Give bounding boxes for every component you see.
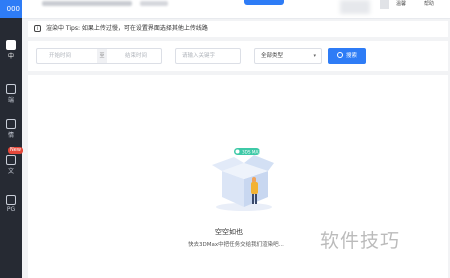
tip-text: 渲染中 Tips: 如果上传过慢，可在设置界面选择其他上传线路 <box>46 25 208 32</box>
start-date-input[interactable]: 开始时间 <box>49 49 71 63</box>
empty-box-illustration: 3DS MAX <box>212 148 274 211</box>
sidebar-item-info[interactable]: 情 <box>0 116 22 139</box>
window-title-blurred <box>42 1 132 6</box>
tip-bar: i 渲染中 Tips: 如果上传过慢，可在设置界面选择其他上传线路 <box>28 21 448 37</box>
sidebar-item-label: 文 <box>7 168 14 175</box>
sidebar-item-file[interactable]: 文 <box>0 152 22 175</box>
empty-state-description: 快去3DMax中把任务交给我们渲染吧... <box>188 242 284 248</box>
info-icon <box>6 119 16 129</box>
top-link-1[interactable]: 温馨 <box>396 0 406 8</box>
upload-icon <box>6 40 16 50</box>
filter-bar: 开始时间 至 结束时间 全部类型 ▾ 搜索 <box>28 41 448 71</box>
keyword-input[interactable] <box>175 48 241 64</box>
date-range-picker[interactable]: 开始时间 至 结束时间 <box>36 48 162 64</box>
avatar[interactable] <box>340 0 370 14</box>
type-select-value: 全部类型 <box>261 53 284 59</box>
sidebar-item-label: 端 <box>7 97 14 104</box>
top-link-help[interactable]: 帮助 <box>424 0 434 8</box>
sidebar-item-label: 情 <box>7 132 14 139</box>
sidebar-item-device[interactable]: 端 <box>0 81 22 104</box>
search-icon <box>336 51 343 58</box>
date-separator: 至 <box>97 49 107 63</box>
file-icon <box>6 155 16 165</box>
watermark: 软件技巧 <box>320 230 401 252</box>
type-select[interactable]: 全部类型 ▾ <box>254 48 322 64</box>
top-bar: 温馨 帮助 <box>22 0 450 19</box>
app-badge: 000 <box>0 0 22 18</box>
app-tag-label: 3DS MAX <box>242 149 261 154</box>
sidebar-item-label: PG <box>6 206 16 213</box>
top-action-button[interactable] <box>244 0 284 5</box>
end-date-input[interactable]: 结束时间 <box>125 49 147 63</box>
sidebar-item-rendering[interactable]: 中 <box>0 37 22 60</box>
sidebar-item-label: 中 <box>7 53 14 60</box>
search-button[interactable]: 搜索 <box>328 48 366 64</box>
search-button-label: 搜索 <box>345 53 357 59</box>
chevron-down-icon: ▾ <box>313 53 316 59</box>
window-control-icon[interactable] <box>380 0 389 9</box>
settings-icon <box>6 195 16 205</box>
info-icon: i <box>34 25 41 32</box>
device-icon <box>6 84 16 94</box>
sidebar-item-settings[interactable]: PG <box>0 192 22 214</box>
window-subtitle-blurred <box>140 1 168 6</box>
